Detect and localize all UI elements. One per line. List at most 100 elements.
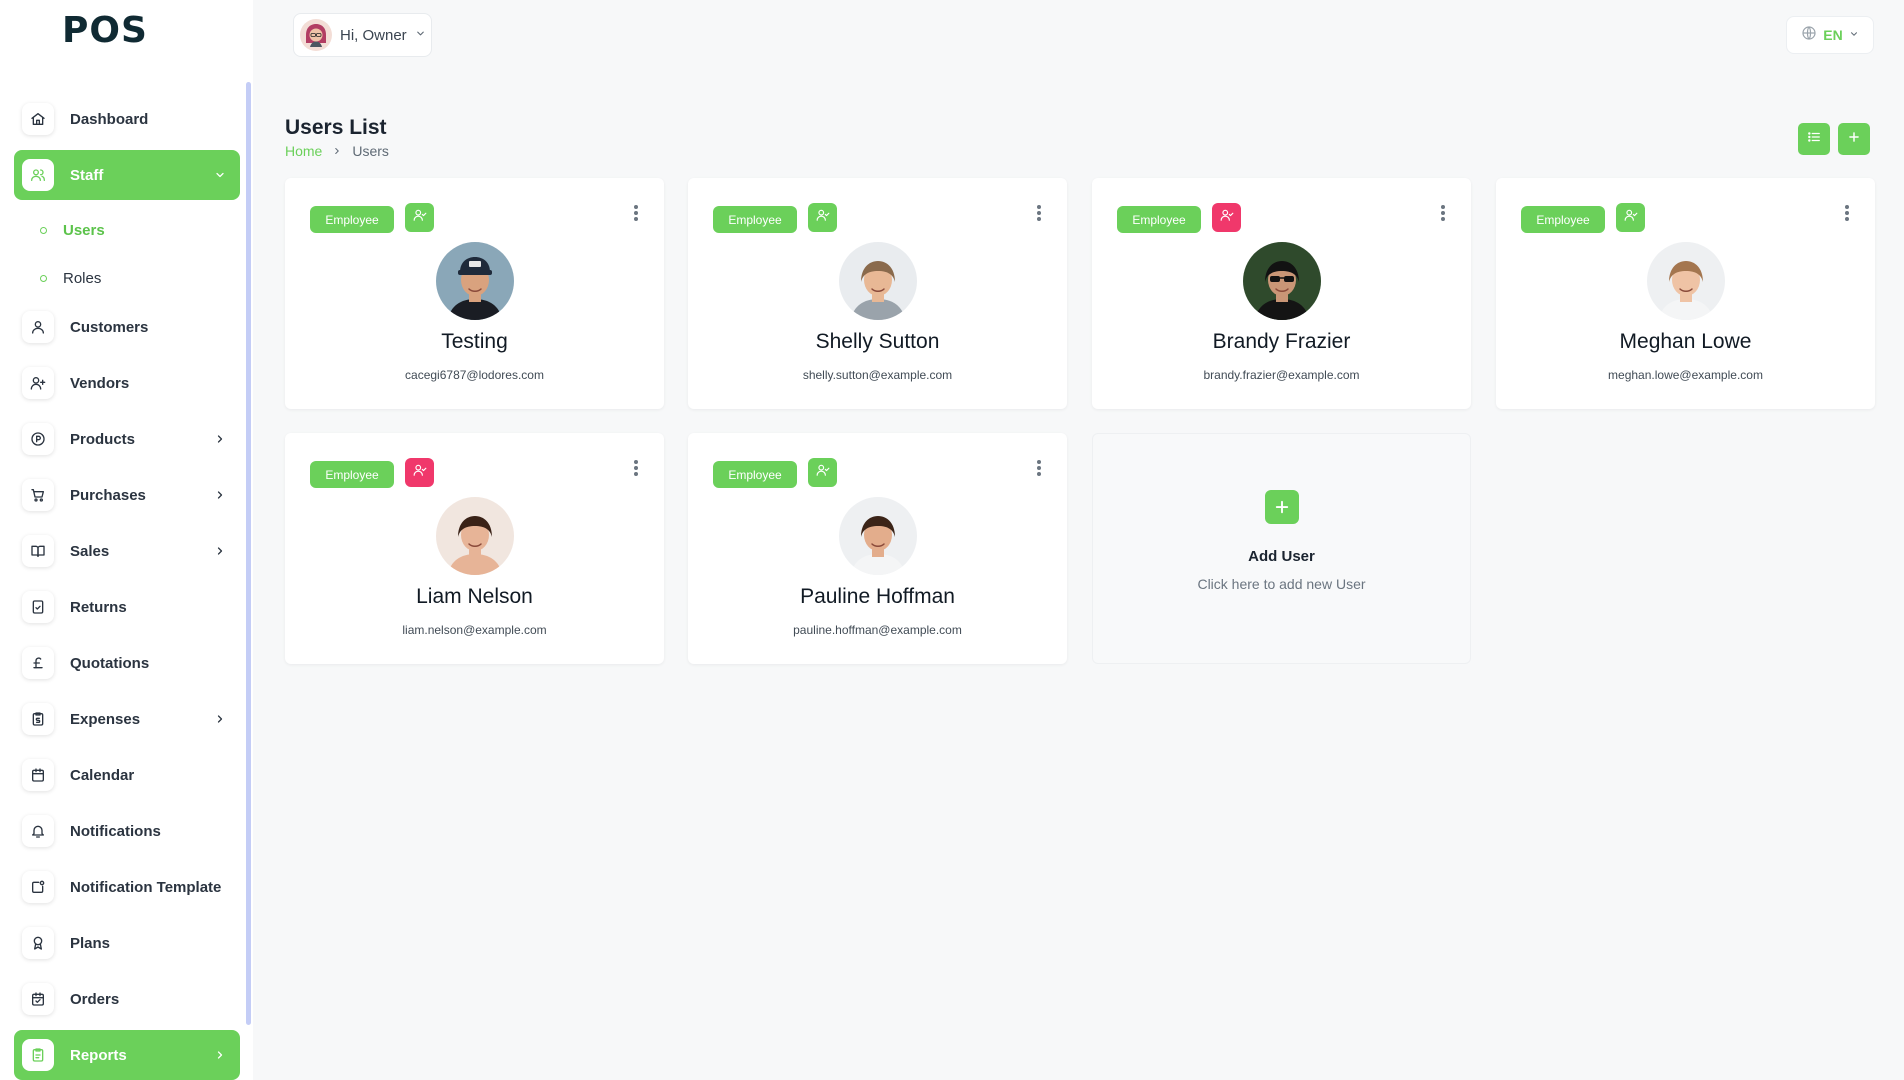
sidebar-item-expenses[interactable]: Expenses — [14, 694, 240, 744]
chevron-right-icon — [332, 143, 342, 159]
chevron-down-icon — [214, 169, 226, 181]
user-plus-icon — [22, 367, 54, 399]
more-options-icon[interactable] — [630, 457, 642, 479]
sidebar-item-label: Calendar — [70, 766, 135, 784]
bullet-icon — [40, 226, 47, 234]
user-name[interactable]: Liam Nelson — [285, 585, 664, 609]
user-card: Employee Meghan Lowe meghan.lowe@example… — [1496, 178, 1875, 409]
pound-icon — [22, 647, 54, 679]
sidebar-scrollbar[interactable] — [246, 82, 251, 1025]
sidebar-item-sales[interactable]: Sales — [14, 526, 240, 576]
avatar — [838, 497, 917, 575]
add-user-button[interactable] — [1838, 123, 1870, 155]
chevron-right-icon — [214, 545, 226, 557]
clipboard-dollar-icon — [22, 703, 54, 735]
sidebar-item-label: Plans — [70, 934, 111, 952]
more-options-icon[interactable] — [1841, 202, 1853, 224]
user-email: cacegi6787@lodores.com — [405, 368, 544, 382]
chevron-down-icon — [1849, 26, 1859, 44]
user-email: shelly.sutton@example.com — [802, 368, 953, 382]
role-action-button[interactable] — [1212, 203, 1241, 232]
report-icon — [22, 1039, 54, 1071]
user-email: liam.nelson@example.com — [402, 623, 547, 637]
user-icon — [22, 311, 54, 343]
sidebar-subitem-label: Roles — [63, 269, 102, 287]
user-card: Employee Testing cacegi6787@lodores.com — [285, 178, 664, 409]
sidebar-item-label: Staff — [70, 166, 104, 184]
app-logo[interactable]: POS — [62, 10, 148, 51]
role-badge[interactable]: Employee — [310, 461, 394, 488]
sidebar-item-returns[interactable]: Returns — [14, 582, 240, 632]
book-icon — [22, 535, 54, 567]
add-user-title: Add User — [1248, 548, 1315, 565]
sidebar-item-quotations[interactable]: Quotations — [14, 638, 240, 688]
avatar — [1646, 242, 1725, 320]
sidebar-subitem-roles[interactable]: Roles — [14, 254, 240, 302]
sidebar-item-vendors[interactable]: Vendors — [14, 358, 240, 408]
sidebar-item-label: Orders — [70, 990, 120, 1008]
user-name[interactable]: Shelly Sutton — [688, 330, 1067, 354]
list-view-button[interactable] — [1798, 123, 1830, 155]
sidebar-item-staff[interactable]: Staff — [14, 150, 240, 200]
bullet-icon — [40, 274, 47, 282]
sidebar-item-dashboard[interactable]: Dashboard — [14, 94, 240, 144]
more-options-icon[interactable] — [1033, 202, 1045, 224]
user-check-icon — [816, 463, 830, 482]
user-email: meghan.lowe@example.com — [1608, 368, 1763, 382]
sidebar: POS Dashboard Staff Users Roles Customer… — [0, 0, 253, 1080]
language-selector[interactable]: EN — [1786, 16, 1874, 54]
user-check-icon — [1220, 208, 1234, 227]
role-action-button[interactable] — [1616, 203, 1645, 232]
user-check-icon — [816, 208, 830, 227]
sidebar-item-customers[interactable]: Customers — [14, 302, 240, 352]
tag-circle-icon — [22, 423, 54, 455]
more-options-icon[interactable] — [1033, 457, 1045, 479]
role-badge[interactable]: Employee — [310, 206, 394, 233]
plus-icon — [1265, 490, 1299, 524]
role-badge[interactable]: Employee — [1117, 206, 1201, 233]
breadcrumb-home-link[interactable]: Home — [285, 143, 322, 159]
add-user-card[interactable]: Add User Click here to add new User — [1092, 433, 1471, 664]
sidebar-item-plans[interactable]: Plans — [14, 918, 240, 968]
sidebar-item-reports[interactable]: Reports — [14, 1030, 240, 1080]
more-options-icon[interactable] — [630, 202, 642, 224]
sidebar-item-label: Dashboard — [70, 110, 149, 128]
user-email: pauline.hoffman@example.com — [793, 623, 962, 637]
sidebar-subitem-users[interactable]: Users — [14, 206, 240, 254]
sidebar-item-label: Notification Template — [70, 878, 222, 896]
sidebar-item-label: Returns — [70, 598, 127, 616]
user-check-icon — [413, 463, 427, 482]
sidebar-item-products[interactable]: Products — [14, 414, 240, 464]
user-name[interactable]: Brandy Frazier — [1092, 330, 1471, 354]
sidebar-item-notification-template[interactable]: Notification Template — [14, 862, 240, 912]
role-action-button[interactable] — [808, 203, 837, 232]
globe-icon — [1801, 25, 1817, 46]
template-icon — [22, 871, 54, 903]
role-badge[interactable]: Employee — [713, 461, 797, 488]
role-action-button[interactable] — [405, 458, 434, 487]
sidebar-item-orders[interactable]: Orders — [14, 974, 240, 1024]
role-action-button[interactable] — [405, 203, 434, 232]
sidebar-item-purchases[interactable]: Purchases — [14, 470, 240, 520]
user-name[interactable]: Testing — [285, 330, 664, 354]
sidebar-item-label: Vendors — [70, 374, 130, 392]
more-options-icon[interactable] — [1437, 202, 1449, 224]
sidebar-item-calendar[interactable]: Calendar — [14, 750, 240, 800]
user-greeting: Hi, Owner — [340, 26, 407, 44]
sidebar-item-label: Purchases — [70, 486, 146, 504]
user-menu-button[interactable]: Hi, Owner — [293, 13, 432, 57]
sidebar-nav: Dashboard Staff Users Roles Customers Ve… — [14, 94, 240, 1080]
sidebar-item-label: Customers — [70, 318, 149, 336]
receipt-icon — [22, 591, 54, 623]
language-label: EN — [1823, 27, 1843, 43]
sidebar-item-notifications[interactable]: Notifications — [14, 806, 240, 856]
sidebar-item-label: Products — [70, 430, 136, 448]
role-badge[interactable]: Employee — [713, 206, 797, 233]
user-email: brandy.frazier@example.com — [1203, 368, 1360, 382]
user-name[interactable]: Pauline Hoffman — [688, 585, 1067, 609]
avatar — [838, 242, 917, 320]
chevron-right-icon — [214, 433, 226, 445]
role-action-button[interactable] — [808, 458, 837, 487]
user-name[interactable]: Meghan Lowe — [1496, 330, 1875, 354]
role-badge[interactable]: Employee — [1521, 206, 1605, 233]
